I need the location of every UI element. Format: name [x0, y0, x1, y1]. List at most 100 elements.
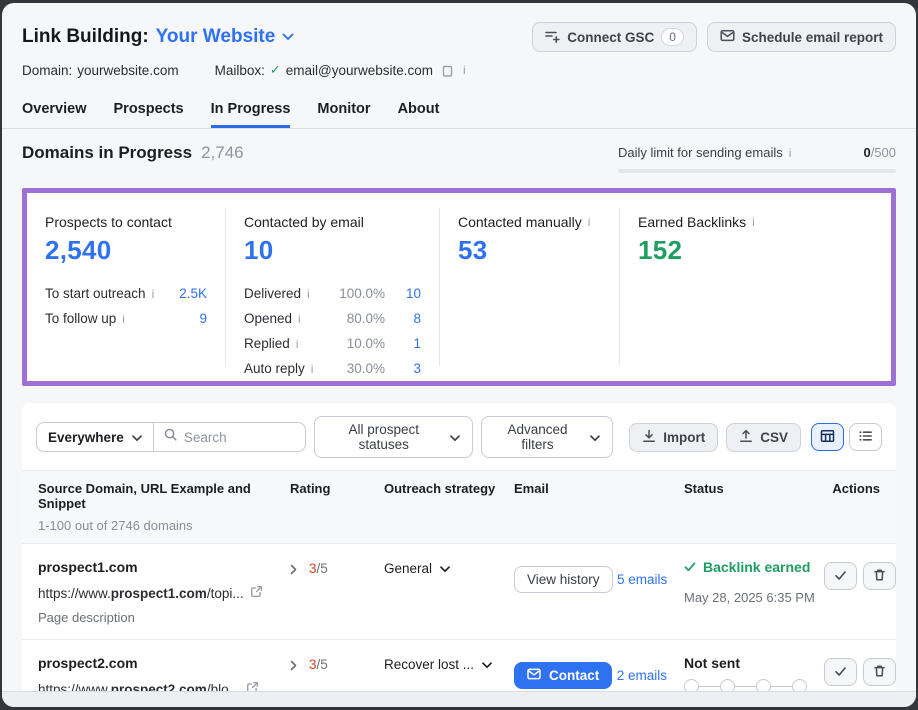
trash-icon [873, 568, 886, 585]
table-row: prospect2.com https://www.prospect2.com/… [22, 640, 896, 691]
advanced-filters-dropdown[interactable]: Advanced filters [481, 416, 614, 458]
trash-icon [873, 664, 886, 681]
section-title: Domains in Progress [22, 143, 192, 163]
stat-row-value-link[interactable]: 9 [199, 311, 207, 326]
stat-row-label: To follow up [45, 311, 116, 326]
step-circle [756, 679, 771, 691]
stat-label: Contacted manually [458, 214, 582, 230]
tab-overview[interactable]: Overview [22, 93, 87, 128]
import-label: Import [663, 430, 705, 445]
chevron-down-icon [440, 561, 450, 576]
expand-row-icon[interactable] [290, 657, 298, 671]
contact-button[interactable]: Contact [514, 662, 612, 689]
table-toolbar: Everywhere All prospect statuses Advance… [22, 403, 896, 470]
advanced-filters-label: Advanced filters [494, 422, 582, 452]
view-history-button[interactable]: View history [514, 566, 613, 593]
import-button[interactable]: Import [629, 423, 718, 452]
tab-monitor[interactable]: Monitor [317, 93, 370, 128]
chevron-down-icon [282, 28, 294, 46]
info-icon[interactable]: i [751, 216, 756, 228]
project-name: Your Website [156, 26, 276, 48]
external-link-icon[interactable] [250, 585, 263, 601]
status-backlink-earned[interactable]: Backlink earned [684, 559, 824, 575]
emails-count-link[interactable]: 2 emails [617, 668, 667, 683]
info-icon[interactable]: i [310, 363, 315, 375]
info-icon[interactable]: i [295, 338, 300, 350]
csv-export-button[interactable]: CSV [726, 423, 801, 452]
tab-in-progress[interactable]: In Progress [211, 93, 291, 128]
strategy-label: Recover lost ... [384, 657, 474, 672]
mark-done-button[interactable] [824, 562, 857, 590]
prospect-statuses-dropdown[interactable]: All prospect statuses [314, 416, 473, 458]
chevron-down-icon [482, 657, 492, 672]
rating-value: 3 [309, 561, 317, 576]
column-rating: Rating [290, 481, 384, 533]
tab-prospects[interactable]: Prospects [114, 93, 184, 128]
info-icon[interactable]: i [297, 313, 302, 325]
chevron-down-icon [132, 430, 142, 445]
chevron-down-icon [450, 430, 460, 445]
info-icon[interactable]: i [788, 147, 793, 159]
list-view-icon [858, 429, 873, 446]
upload-icon [739, 429, 753, 446]
tab-about[interactable]: About [398, 93, 440, 128]
info-icon[interactable]: i [460, 64, 469, 76]
table-view-button[interactable] [811, 423, 844, 451]
expand-row-icon[interactable] [290, 561, 298, 575]
stat-row-value-link[interactable]: 1 [395, 336, 421, 351]
stat-row-to-start-outreach: To start outreach i 2.5K [45, 281, 207, 306]
column-status: Status [684, 481, 824, 533]
info-icon[interactable]: i [121, 313, 126, 325]
strategy-label: General [384, 561, 432, 576]
stat-row-label: Auto reply [244, 361, 305, 376]
daily-limit-label: Daily limit for sending emails [618, 145, 783, 160]
delete-button[interactable] [863, 658, 896, 686]
info-icon[interactable]: i [587, 216, 592, 228]
delete-button[interactable] [863, 562, 896, 590]
stat-label: Contacted by email [244, 214, 421, 230]
search-input[interactable] [184, 430, 295, 445]
emails-count-link[interactable]: 5 emails [617, 572, 667, 587]
stat-row-delivered: Deliveredi 100.0% 10 [244, 281, 421, 306]
list-view-button[interactable] [849, 423, 882, 451]
stat-row-to-follow-up: To follow up i 9 [45, 306, 207, 331]
external-link-icon[interactable] [246, 681, 259, 691]
info-icon[interactable]: i [151, 288, 156, 300]
search-scope-dropdown[interactable]: Everywhere [36, 422, 154, 452]
step-circle [792, 679, 807, 691]
stat-row-value-link[interactable]: 3 [395, 361, 421, 376]
list-plus-icon [545, 29, 560, 46]
connect-gsc-label: Connect GSC [567, 30, 654, 45]
stat-row-pct: 10.0% [347, 336, 385, 351]
download-icon [642, 429, 656, 446]
envelope-icon [720, 29, 735, 45]
table-view-icon [820, 429, 835, 446]
url-domain: prospect2.com [111, 682, 207, 692]
project-selector[interactable]: Your Website [156, 26, 295, 48]
rating-value: 3 [309, 657, 317, 672]
info-icon[interactable]: i [306, 288, 311, 300]
search-icon [164, 428, 177, 446]
page-header: Link Building: Your Website Connect GSC … [2, 3, 916, 78]
page-title: Link Building: [22, 26, 149, 48]
check-icon [834, 569, 847, 584]
url-prefix: https://www. [38, 682, 111, 692]
prospect-url[interactable]: https://www.prospect2.com/blo... [38, 682, 240, 692]
copy-icon[interactable] [438, 63, 455, 77]
contact-label: Contact [549, 668, 599, 683]
column-email: Email [514, 481, 684, 533]
stat-row-value-link[interactable]: 10 [395, 286, 421, 301]
stat-row-value-link[interactable]: 8 [395, 311, 421, 326]
stat-row-value-link[interactable]: 2.5K [179, 286, 207, 301]
column-actions: Actions [824, 481, 880, 533]
mark-done-button[interactable] [824, 658, 857, 686]
connect-gsc-button[interactable]: Connect GSC 0 [532, 22, 697, 52]
table-row: prospect1.com https://www.prospect1.com/… [22, 544, 896, 640]
schedule-email-report-button[interactable]: Schedule email report [707, 22, 896, 52]
page-description: Page description [38, 610, 290, 625]
stat-row-label: To start outreach [45, 286, 146, 301]
stat-contacted-by-email: Contacted by email 10 Deliveredi 100.0% … [225, 208, 439, 366]
outreach-strategy-dropdown[interactable]: Recover lost ... [384, 655, 514, 672]
prospect-url[interactable]: https://www.prospect1.com/topi... [38, 586, 244, 601]
outreach-strategy-dropdown[interactable]: General [384, 559, 514, 576]
